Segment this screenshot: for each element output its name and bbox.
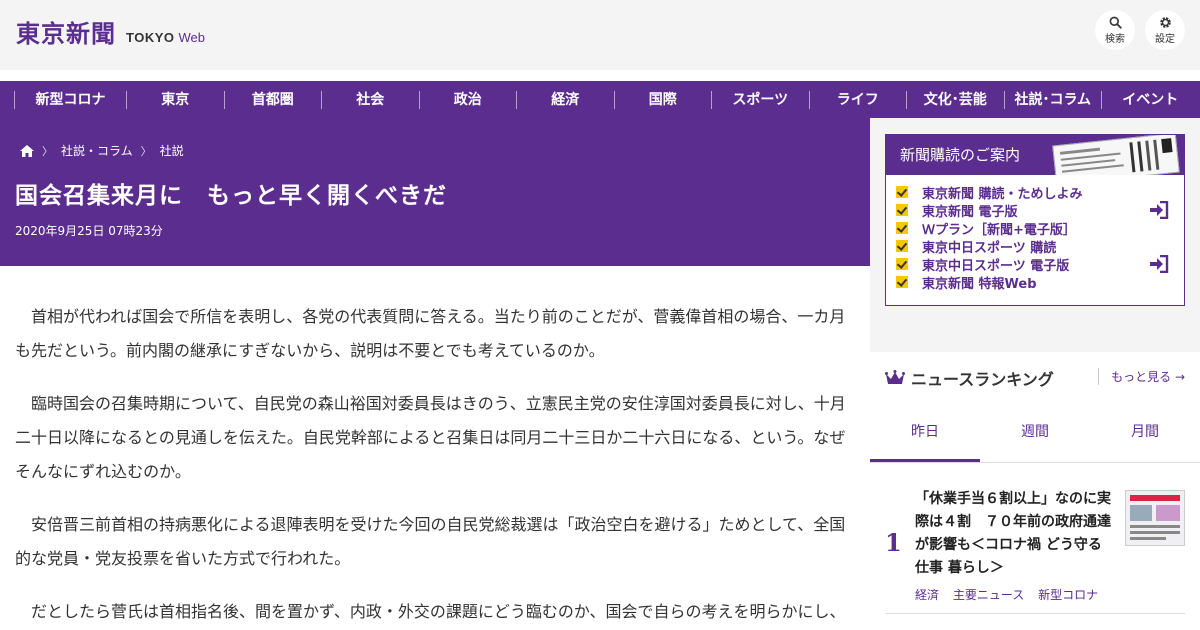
nav-item-corona[interactable]: 新型コロナ xyxy=(14,90,126,109)
article-header: 〉 社説・コラム 〉 社説 国会召集来月に もっと早く開くべきだ 2020年9月… xyxy=(0,118,870,266)
nav-item-editorial[interactable]: 社説･コラム xyxy=(1003,90,1102,109)
subscription-item-label: 東京中日スポーツ 購読 xyxy=(922,240,1057,256)
subscription-item-label: 東京中日スポーツ 電子版 xyxy=(922,258,1070,274)
login-icon[interactable] xyxy=(1149,201,1169,219)
subscription-item-digital[interactable]: 東京新聞 電子版 xyxy=(896,201,1184,220)
subscription-title: 新聞購読のご案内 xyxy=(900,146,1021,164)
search-button[interactable]: 検索 xyxy=(1095,10,1135,50)
breadcrumb: 〉 社説・コラム 〉 社説 xyxy=(20,142,184,159)
checkbox-icon xyxy=(896,186,908,198)
main-nav: 新型コロナ 東京 首都圏 社会 政治 経済 国際 スポーツ ライフ 文化･芸能 … xyxy=(0,81,1200,118)
settings-button[interactable]: 設定 xyxy=(1145,10,1185,50)
article-title: 国会召集来月に もっと早く開くべきだ xyxy=(15,183,447,209)
news-ranking: ニュースランキング もっと見る → 昨日 週間 月間 1 「休業手当６割以上」な… xyxy=(870,352,1200,630)
ranking-number: 1 xyxy=(885,528,902,557)
checkbox-icon xyxy=(896,276,908,288)
subscription-item-trial[interactable]: 東京新聞 購読・ためしよみ xyxy=(896,183,1184,202)
checkbox-icon xyxy=(896,222,908,234)
logo-web: Web xyxy=(178,30,206,45)
breadcrumb-editorial-column[interactable]: 社説・コラム xyxy=(61,142,133,159)
subscription-item-chunichi-digital[interactable]: 東京中日スポーツ 電子版 xyxy=(896,255,1184,274)
subscription-panel: 新聞購読のご案内 東京新聞 購読・ためしよみ 東京新聞 電子版 Ｗプラン［新聞+… xyxy=(885,134,1185,306)
nav-item-culture[interactable]: 文化･芸能 xyxy=(906,90,1004,109)
ranking-title: ニュースランキング xyxy=(911,370,1054,389)
nav-item-life[interactable]: ライフ xyxy=(808,90,907,109)
breadcrumb-editorial[interactable]: 社説 xyxy=(160,142,184,159)
checkbox-icon xyxy=(896,240,908,252)
subscription-list: 東京新聞 購読・ためしよみ 東京新聞 電子版 Ｗプラン［新聞+電子版］ 東京中日… xyxy=(886,175,1184,292)
subscription-item-label: 東京新聞 電子版 xyxy=(922,204,1018,220)
checkbox-icon xyxy=(896,204,908,216)
search-icon xyxy=(1109,16,1122,29)
nav-item-politics[interactable]: 政治 xyxy=(418,90,517,109)
subscription-item-tokuho[interactable]: 東京新聞 特報Web xyxy=(896,273,1184,292)
home-icon[interactable] xyxy=(20,144,34,157)
sidebar: 新聞購読のご案内 東京新聞 購読・ためしよみ 東京新聞 電子版 Ｗプラン［新聞+… xyxy=(870,118,1200,630)
checkbox-icon xyxy=(896,258,908,270)
ranking-thumbnail[interactable] xyxy=(1125,490,1185,546)
tab-monthly[interactable]: 月間 xyxy=(1090,404,1200,462)
nav-item-society[interactable]: 社会 xyxy=(321,90,419,109)
subscription-item-wplan[interactable]: Ｗプラン［新聞+電子版］ xyxy=(896,219,1184,238)
subscription-header: 新聞購読のご案内 xyxy=(886,135,1184,175)
article-paragraph: 臨時国会の召集時期について、自民党の森山裕国対委員長はきのう、立憲民主党の安住淳… xyxy=(15,394,846,481)
search-label: 検索 xyxy=(1105,33,1125,45)
crown-icon xyxy=(885,370,905,384)
nav-item-sports[interactable]: スポーツ xyxy=(711,90,809,109)
article-paragraph: だとしたら菅氏は首相指名後、間を置かず、内政・外交の課題にどう臨むのか、国会で自… xyxy=(31,602,846,621)
article-body: 首相が代われば国会で所信を表明し、各党の代表質問に答える。当たり前のことだが、菅… xyxy=(15,300,855,630)
nav-item-shutoken[interactable]: 首都圏 xyxy=(223,90,322,109)
ranking-more-link[interactable]: もっと見る → xyxy=(1098,368,1185,385)
settings-label: 設定 xyxy=(1155,33,1175,45)
tag-corona[interactable]: 新型コロナ xyxy=(1038,588,1098,602)
tab-weekly[interactable]: 週間 xyxy=(980,404,1090,462)
site-header: 東京新聞 TOKYO Web 検索 設定 xyxy=(0,0,1200,70)
ranking-headline[interactable]: 「休業手当６割以上」なのに実際は４割 ７０年前の政府通達が影響も＜コロナ禍 どう… xyxy=(915,488,1115,580)
nav-item-tokyo[interactable]: 東京 xyxy=(126,90,224,109)
ranking-header: ニュースランキング もっと見る → xyxy=(885,366,1185,390)
nav-item-international[interactable]: 国際 xyxy=(613,90,712,109)
nav-item-events[interactable]: イベント xyxy=(1101,90,1199,109)
ranking-more-label: もっと見る xyxy=(1111,370,1172,384)
subscription-item-label: 東京新聞 購読・ためしよみ xyxy=(922,186,1083,202)
site-logo[interactable]: 東京新聞 TOKYO Web xyxy=(16,14,205,49)
subscription-item-chunichi-sports[interactable]: 東京中日スポーツ 購読 xyxy=(896,237,1184,256)
logo-japanese: 東京新聞 xyxy=(16,19,116,48)
ranking-item[interactable]: 1 「休業手当６割以上」なのに実際は４割 ７０年前の政府通達が影響も＜コロナ禍 … xyxy=(885,488,1185,614)
tag-main-news[interactable]: 主要ニュース xyxy=(953,588,1024,602)
newspaper-image xyxy=(1052,135,1180,175)
breadcrumb-separator: 〉 xyxy=(42,144,53,158)
tag-economy[interactable]: 経済 xyxy=(915,588,939,602)
breadcrumb-separator: 〉 xyxy=(140,144,152,158)
subscription-item-label: Ｗプラン［新聞+電子版］ xyxy=(922,222,1076,238)
ranking-tags: 経済 主要ニュース 新型コロナ xyxy=(915,586,1108,603)
subscription-item-label: 東京新聞 特報Web xyxy=(922,276,1037,292)
ranking-tabs: 昨日 週間 月間 xyxy=(870,404,1200,463)
gear-icon xyxy=(1159,16,1171,28)
nav-item-economy[interactable]: 経済 xyxy=(516,90,614,109)
tab-yesterday[interactable]: 昨日 xyxy=(870,404,980,462)
article-date: 2020年9月25日 07時23分 xyxy=(15,224,163,238)
arrow-right-icon: → xyxy=(1174,370,1185,384)
login-icon[interactable] xyxy=(1149,255,1169,273)
logo-english: TOKYO xyxy=(126,30,175,45)
article-paragraph: 首相が代われば国会で所信を表明し、各党の代表質問に答える。当たり前のことだが、菅… xyxy=(15,307,846,360)
article-paragraph: 安倍晋三前首相の持病悪化による退陣表明を受けた今回の自民党総裁選は「政治空白を避… xyxy=(15,515,846,568)
